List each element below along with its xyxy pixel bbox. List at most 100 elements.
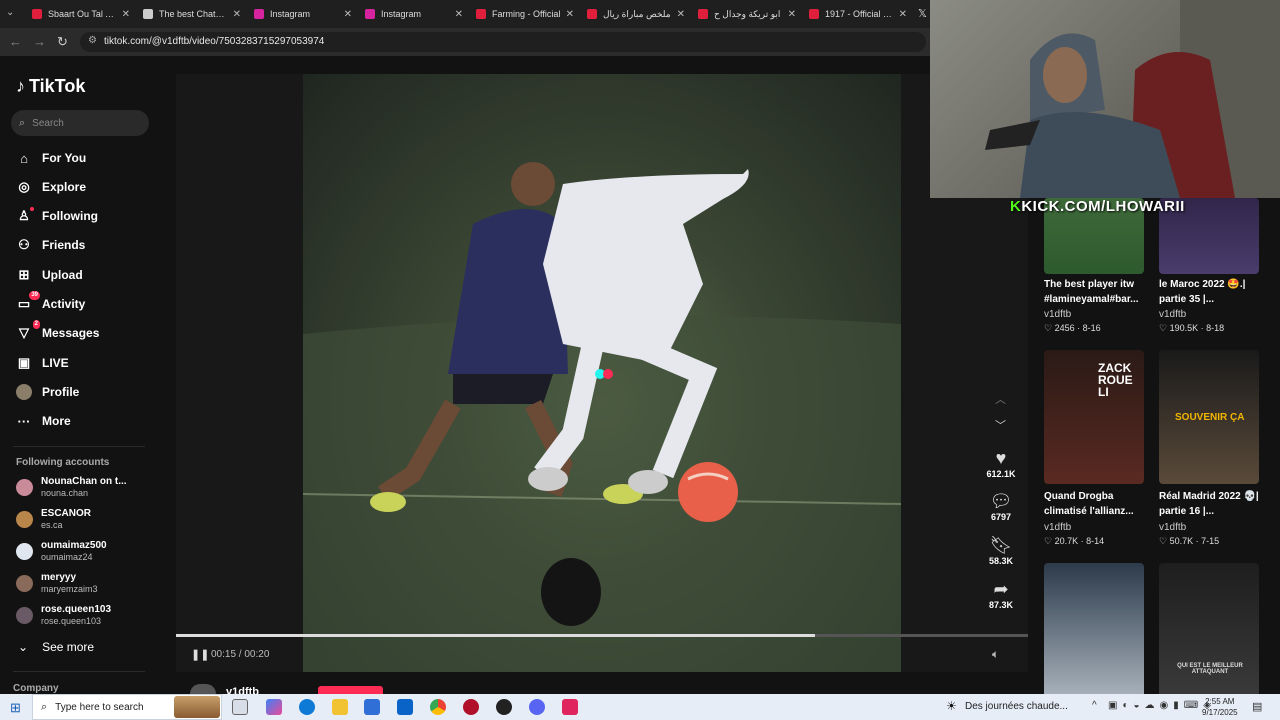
live-icon: ▣ [17,355,31,370]
video-author[interactable]: v1dftb [1044,522,1071,533]
webcam-feed [985,0,1280,198]
heart-outline-icon: ♡ [1159,323,1168,333]
nav-activity[interactable]: ▭ 39 Activity [16,291,85,312]
back-arrow-icon[interactable]: ← [9,34,22,49]
video-thumbnail[interactable] [1044,563,1144,694]
reload-icon[interactable]: ↻ [57,34,68,50]
nav-live[interactable]: ▣ LIVE [16,355,69,371]
search-input[interactable]: ⌕ Search [11,110,149,136]
tab-list-chevron-icon[interactable]: ⌄ [6,7,14,18]
weather-widget[interactable]: Des journées chaude... [965,701,1068,712]
nav-more[interactable]: ··· More [16,413,71,429]
nav-following[interactable]: ♙ Following [16,207,98,224]
windows-start-icon[interactable]: ⊞ [10,700,21,716]
video-author[interactable]: v1dftb [1159,309,1186,320]
next-video-chevron-down-icon[interactable]: ﹀ [995,417,1006,433]
video-author[interactable]: v1dftb [1159,522,1186,533]
video-title[interactable]: Quand Drogba climatisé l'allianz... [1044,489,1154,519]
browser-tab[interactable]: Instagram ✕ [248,3,358,25]
loading-indicator-icon [595,369,613,379]
like-button[interactable]: ♥ 612.1K [982,448,1020,479]
close-tab-icon[interactable]: ✕ [566,9,574,20]
chrome-icon[interactable] [430,699,446,715]
app-icon[interactable] [496,699,512,715]
video-title[interactable]: The best player itw #lamineyamal#bar... [1044,277,1154,307]
browser-tab[interactable]: Sbaart Ou Tal Adı ✕ [26,3,136,25]
nav-profile[interactable]: Profile [16,384,79,400]
following-account[interactable]: oumaimaz500 oumaimaz24 [16,540,107,564]
close-tab-icon[interactable]: ✕ [344,9,352,20]
nav-messages[interactable]: ▽ 2 Messages [16,320,99,341]
tray-chevron-up-icon[interactable]: ^ [1092,700,1097,711]
browser-tab[interactable]: Farming - Official ✕ [470,3,580,25]
video-player[interactable]: ❚❚ 00:15 / 00:20 🔈︎ [176,74,1028,672]
file-explorer-icon[interactable] [332,699,348,715]
browser-tab[interactable]: 1917 - Official Tra ✕ [803,3,913,25]
browser-tab[interactable]: ابو تريكة وجدال ح ✕ [692,3,802,25]
app-icon[interactable] [463,699,479,715]
company-link[interactable]: Company [13,683,59,694]
comment-button[interactable]: 💬︎ 6797 [982,491,1020,522]
previous-video-chevron-up-icon[interactable]: ︿ [995,391,1006,407]
bookmark-icon: 🔖︎ [989,535,1013,555]
follow-button[interactable] [318,686,383,694]
share-icon: ➦ [993,579,1009,599]
video-progress-bar[interactable] [176,634,1028,637]
app-icon[interactable] [562,699,578,715]
search-icon: ⌕ [41,700,48,713]
close-tab-icon[interactable]: ✕ [677,9,685,20]
app-icon[interactable] [529,699,545,715]
browser-tab[interactable]: The best ChatBot ✕ [137,3,247,25]
following-account[interactable]: ESCANOR es.ca [16,508,91,532]
following-account[interactable]: NounaChan on t... nouna.chan [16,476,127,500]
task-view-icon[interactable] [232,699,248,715]
browser-tab[interactable]: Instagram ✕ [359,3,469,25]
tiktok-logo[interactable]: ♪ TikTok [16,76,85,97]
close-tab-icon[interactable]: ✕ [788,9,796,20]
volume-icon[interactable]: 🔈︎ [992,647,999,662]
following-account[interactable]: meryyy maryemzaim3 [16,572,98,596]
windows-taskbar: ⊞ ⌕ Type here to search ☀ Des journées c… [0,694,1280,720]
tab-favicon-icon [365,9,375,19]
system-tray-icons[interactable]: ▣◐◒☁◉▮⌨◈ [1108,700,1216,711]
notifications-icon[interactable]: ▤ [1252,700,1262,713]
nav-explore[interactable]: ◎ Explore [16,179,86,195]
close-tab-icon[interactable]: ✕ [233,9,241,20]
video-author[interactable]: v1dftb [1044,309,1071,320]
site-info-icon[interactable]: ⚙ [88,35,97,46]
outlook-icon[interactable] [397,699,413,715]
avatar [16,511,33,528]
store-icon[interactable] [364,699,380,715]
video-title[interactable]: Réal Madrid 2022 💀| partie 16 |... [1159,489,1269,519]
close-tab-icon[interactable]: ✕ [122,9,130,20]
bookmark-button[interactable]: 🔖︎ 58.3K [982,535,1020,566]
taskbar-clock[interactable]: 2:55 AM 9/17/2025 [1202,696,1238,718]
webcam-overlay [930,0,1280,198]
forward-arrow-icon[interactable]: → [33,34,46,49]
close-tab-icon[interactable]: ✕ [899,9,907,20]
nav-friends[interactable]: ⚇ Friends [16,237,85,253]
heart-outline-icon: ♡ [1044,536,1053,546]
author-avatar[interactable] [190,684,216,694]
copilot-icon[interactable] [266,699,282,715]
pause-icon[interactable]: ❚❚ [191,648,209,661]
kick-channel-overlay: KKICK.COM/LHOWARII [1010,198,1185,215]
video-title[interactable]: le Maroc 2022 🤩.| partie 35 |... [1159,277,1269,307]
edge-icon[interactable] [299,699,315,715]
see-more-button[interactable]: ⌄ See more [18,640,94,654]
video-thumbnail[interactable]: ZACK ROUE LI [1044,350,1144,484]
avatar [16,607,33,624]
video-thumbnail[interactable]: SOUVENIR ÇA [1159,350,1259,484]
nav-for-you[interactable]: ⌂ For You [16,150,86,166]
following-account[interactable]: rose.queen103 rose.queen103 [16,604,111,628]
close-tab-icon[interactable]: ✕ [455,9,463,20]
browser-tab[interactable]: ملخص مباراة ريال ✕ [581,3,691,25]
video-thumbnail[interactable]: QUI EST LE MEILLEUR ATTAQUANT [1159,563,1259,694]
share-button[interactable]: ➦ 87.3K [982,579,1020,610]
avatar [16,543,33,560]
nav-upload[interactable]: ⊞ Upload [16,267,83,283]
url-field[interactable]: ⚙ tiktok.com/@v1dftb/video/7503283715297… [80,32,926,52]
weather-icon: ☀ [946,699,957,713]
x-favicon-icon[interactable]: 𝕏 [918,7,927,20]
divider [13,446,145,447]
